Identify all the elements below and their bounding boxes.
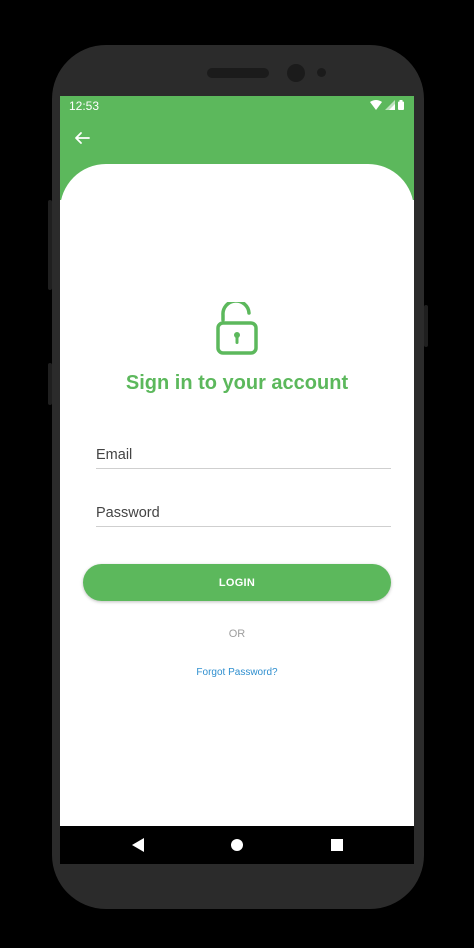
forgot-password-link[interactable]: Forgot Password? (60, 667, 414, 678)
earpiece-speaker (207, 68, 269, 78)
side-button-left-bottom (48, 363, 52, 405)
side-button-left-top (48, 200, 52, 290)
screen: 12:53 Sign in to your account Email LOGI… (60, 96, 414, 864)
status-icons (370, 100, 404, 110)
front-camera (287, 64, 305, 82)
back-button[interactable] (70, 126, 94, 150)
wifi-icon (370, 100, 382, 110)
status-bar: 12:53 (60, 96, 414, 116)
arrow-left-icon (75, 132, 90, 144)
signal-icon (385, 100, 395, 110)
or-divider-label: OR (228, 628, 246, 640)
nav-back-icon[interactable] (131, 838, 145, 852)
unlocked-padlock-icon (216, 302, 258, 355)
status-time: 12:53 (69, 99, 100, 113)
page-title: Sign in to your account (125, 372, 349, 394)
email-field[interactable] (96, 441, 391, 469)
battery-icon (398, 100, 404, 110)
password-field[interactable] (96, 499, 391, 527)
navigation-bar (60, 826, 414, 864)
side-button-right (424, 305, 428, 347)
login-button[interactable]: LOGIN (83, 564, 391, 601)
nav-home-icon[interactable] (231, 839, 243, 851)
proximity-sensor (317, 68, 326, 77)
nav-recent-icon[interactable] (331, 839, 343, 851)
